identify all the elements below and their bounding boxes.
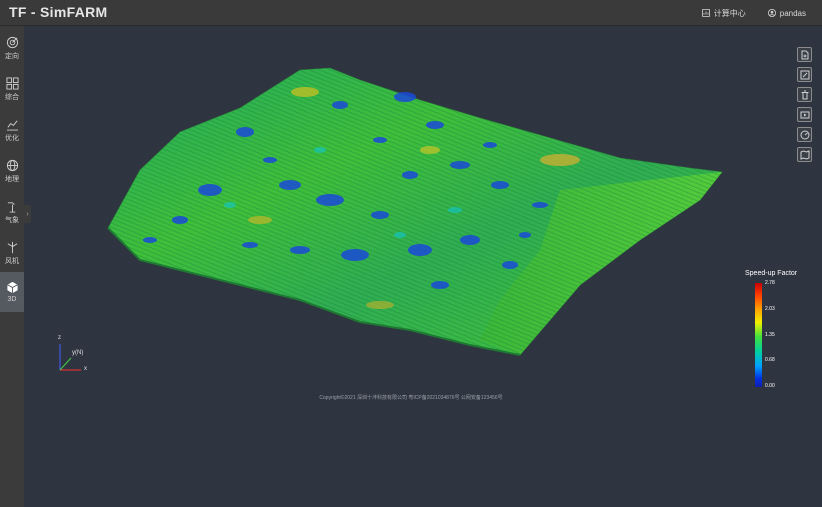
edit-icon (800, 70, 809, 79)
user-menu-button[interactable]: pandas (767, 8, 806, 18)
axis-y-label: y(N) (72, 350, 84, 356)
user-icon (767, 9, 776, 17)
trash-icon (801, 90, 808, 99)
sidebar-item-optimize[interactable]: 优化 (0, 110, 24, 150)
axis-gizmo (59, 344, 81, 371)
compute-center-label: 计算中心 (713, 8, 746, 18)
legend-tick: 0.00 (765, 383, 775, 389)
sidebar-item-general[interactable]: 综合 (0, 69, 24, 109)
legend-tick: 2.03 (765, 306, 775, 312)
legend-title: Speed-up Factor (745, 270, 798, 277)
sidebar-item-label: 优化 (5, 134, 19, 142)
sidebar-item-label: 3D (7, 296, 17, 303)
delete-button[interactable] (797, 87, 812, 102)
new-file-icon (801, 50, 808, 59)
video-icon (800, 111, 809, 118)
speed-button[interactable] (797, 127, 812, 142)
axis-z-label: z (58, 335, 61, 341)
user-name: pandas (779, 8, 806, 18)
sidebar-item-turbine[interactable]: 风机 (0, 233, 24, 273)
sidebar-item-label: 定向 (5, 52, 19, 60)
new-file-button[interactable] (797, 47, 812, 62)
sidebar-collapse-toggle[interactable]: › (24, 205, 31, 223)
target-icon (6, 36, 18, 48)
app-title: TF - SimFARM (9, 4, 108, 20)
cube-icon (6, 281, 18, 294)
sidebar-item-3d[interactable]: 3D (0, 272, 24, 312)
turbine-icon (7, 241, 17, 253)
terrain-3d-view[interactable] (0, 0, 822, 507)
sidebar: 定向 综合 优化 地理 气象 风机 3D (0, 26, 24, 507)
sidebar-item-label: 地理 (5, 175, 19, 183)
map-button[interactable] (797, 147, 812, 162)
chart-box-icon (701, 9, 710, 17)
sidebar-item-label: 风机 (5, 257, 19, 265)
legend-tick: 0.68 (765, 357, 775, 363)
chart-icon (6, 119, 18, 131)
app-root: z y(N) x TF - SimFARM 计算中心 pandas 定向 综合 (0, 0, 822, 507)
legend-tick: 1.35 (765, 332, 775, 338)
legend-tick: 2.78 (765, 280, 775, 286)
globe-icon (6, 159, 18, 171)
edit-button[interactable] (797, 67, 812, 82)
sidebar-item-orient[interactable]: 定向 (0, 28, 24, 68)
top-bar: TF - SimFARM 计算中心 pandas (0, 0, 822, 26)
sidebar-item-weather[interactable]: 气象 (0, 192, 24, 232)
anemometer-icon (7, 201, 15, 213)
sidebar-item-label: 气象 (5, 216, 19, 224)
sidebar-item-geography[interactable]: 地理 (0, 151, 24, 191)
play-video-button[interactable] (797, 107, 812, 122)
sidebar-item-label: 综合 (5, 93, 19, 101)
compute-center-button[interactable]: 计算中心 (701, 8, 746, 19)
legend-colorbar (755, 283, 762, 387)
axis-x-label: x (84, 366, 87, 372)
map-icon (800, 149, 809, 160)
chevron-right-icon: › (26, 210, 29, 218)
grid-icon (5, 76, 19, 90)
speed-icon (800, 130, 809, 139)
copyright-text: Copyright©2021 深圳十沣科技有限公司 粤ICP备202103487… (319, 395, 503, 401)
top-actions: 计算中心 pandas (701, 0, 806, 26)
